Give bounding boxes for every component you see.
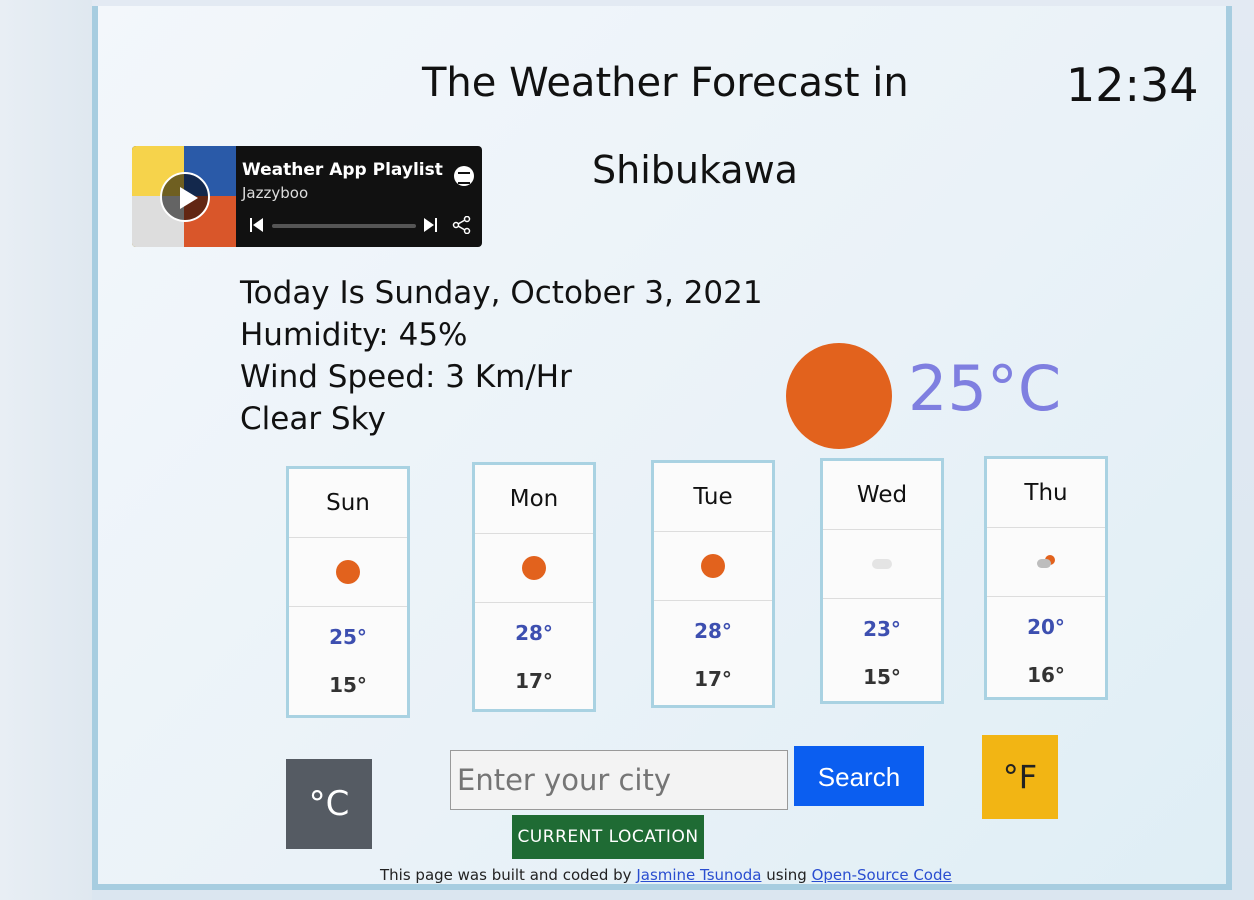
wind-speed: Wind Speed: 3 Km/Hr [240, 359, 572, 395]
cloud-icon [872, 559, 892, 569]
cloud-sun-icon [1037, 555, 1055, 569]
forecast-high: 20° [1027, 615, 1065, 639]
forecast-card: Thu 20° 16° [984, 456, 1108, 700]
city-search-input[interactable] [450, 750, 788, 810]
humidity: Humidity: 45% [240, 317, 468, 353]
forecast-card: Sun 25° 15° [286, 466, 410, 718]
share-icon[interactable] [452, 215, 472, 235]
sun-icon [786, 343, 892, 449]
forecast-day: Mon [475, 465, 593, 534]
forecast-low: 17° [694, 667, 732, 691]
track-progress-bar[interactable] [272, 224, 416, 228]
current-location-button[interactable]: CURRENT LOCATION [512, 815, 704, 859]
forecast-card: Mon 28° 17° [472, 462, 596, 712]
forecast-low: 16° [1027, 663, 1065, 687]
playlist-player: Weather App Playlist Jazzyboo [132, 146, 482, 247]
footer-middle: using [766, 866, 807, 884]
current-date: Today Is Sunday, October 3, 2021 [240, 275, 763, 311]
forecast-high: 23° [863, 617, 901, 641]
forecast-low: 17° [515, 669, 553, 693]
source-code-link[interactable]: Open-Source Code [812, 866, 952, 884]
clock: 12:34 [1066, 58, 1199, 112]
weather-details: Today Is Sunday, October 3, 2021 Humidit… [240, 272, 763, 440]
forecast-low: 15° [863, 665, 901, 689]
forecast-high: 28° [694, 619, 732, 643]
forecast-day: Wed [823, 461, 941, 530]
footer-prefix: This page was built and coded by [380, 866, 632, 884]
forecast-day: Sun [289, 469, 407, 538]
forecast-card: Wed 23° 15° [820, 458, 944, 704]
author-link[interactable]: Jasmine Tsunoda [636, 866, 761, 884]
search-button[interactable]: Search [794, 746, 924, 806]
playlist-title: Weather App Playlist [242, 160, 443, 180]
celsius-button[interactable]: °C [286, 759, 372, 849]
monitor-bezel [0, 0, 92, 900]
current-temperature: 25°C [908, 352, 1062, 425]
play-button[interactable] [160, 172, 210, 222]
page-title: The Weather Forecast in [422, 60, 909, 106]
sun-icon [522, 556, 546, 580]
spotify-icon[interactable] [454, 166, 474, 186]
forecast-high: 25° [329, 625, 367, 649]
forecast-day: Thu [987, 459, 1105, 528]
forecast-high: 28° [515, 621, 553, 645]
footer: This page was built and coded by Jasmine… [380, 866, 952, 884]
fahrenheit-button[interactable]: °F [982, 735, 1058, 819]
previous-track-icon[interactable] [250, 218, 264, 232]
sun-icon [701, 554, 725, 578]
sun-icon [336, 560, 360, 584]
city-name: Shibukawa [592, 148, 798, 192]
next-track-icon[interactable] [424, 218, 438, 232]
forecast-card: Tue 28° 17° [651, 460, 775, 708]
playlist-user: Jazzyboo [242, 184, 309, 202]
forecast-low: 15° [329, 673, 367, 697]
weather-condition: Clear Sky [240, 401, 386, 437]
forecast-day: Tue [654, 463, 772, 532]
